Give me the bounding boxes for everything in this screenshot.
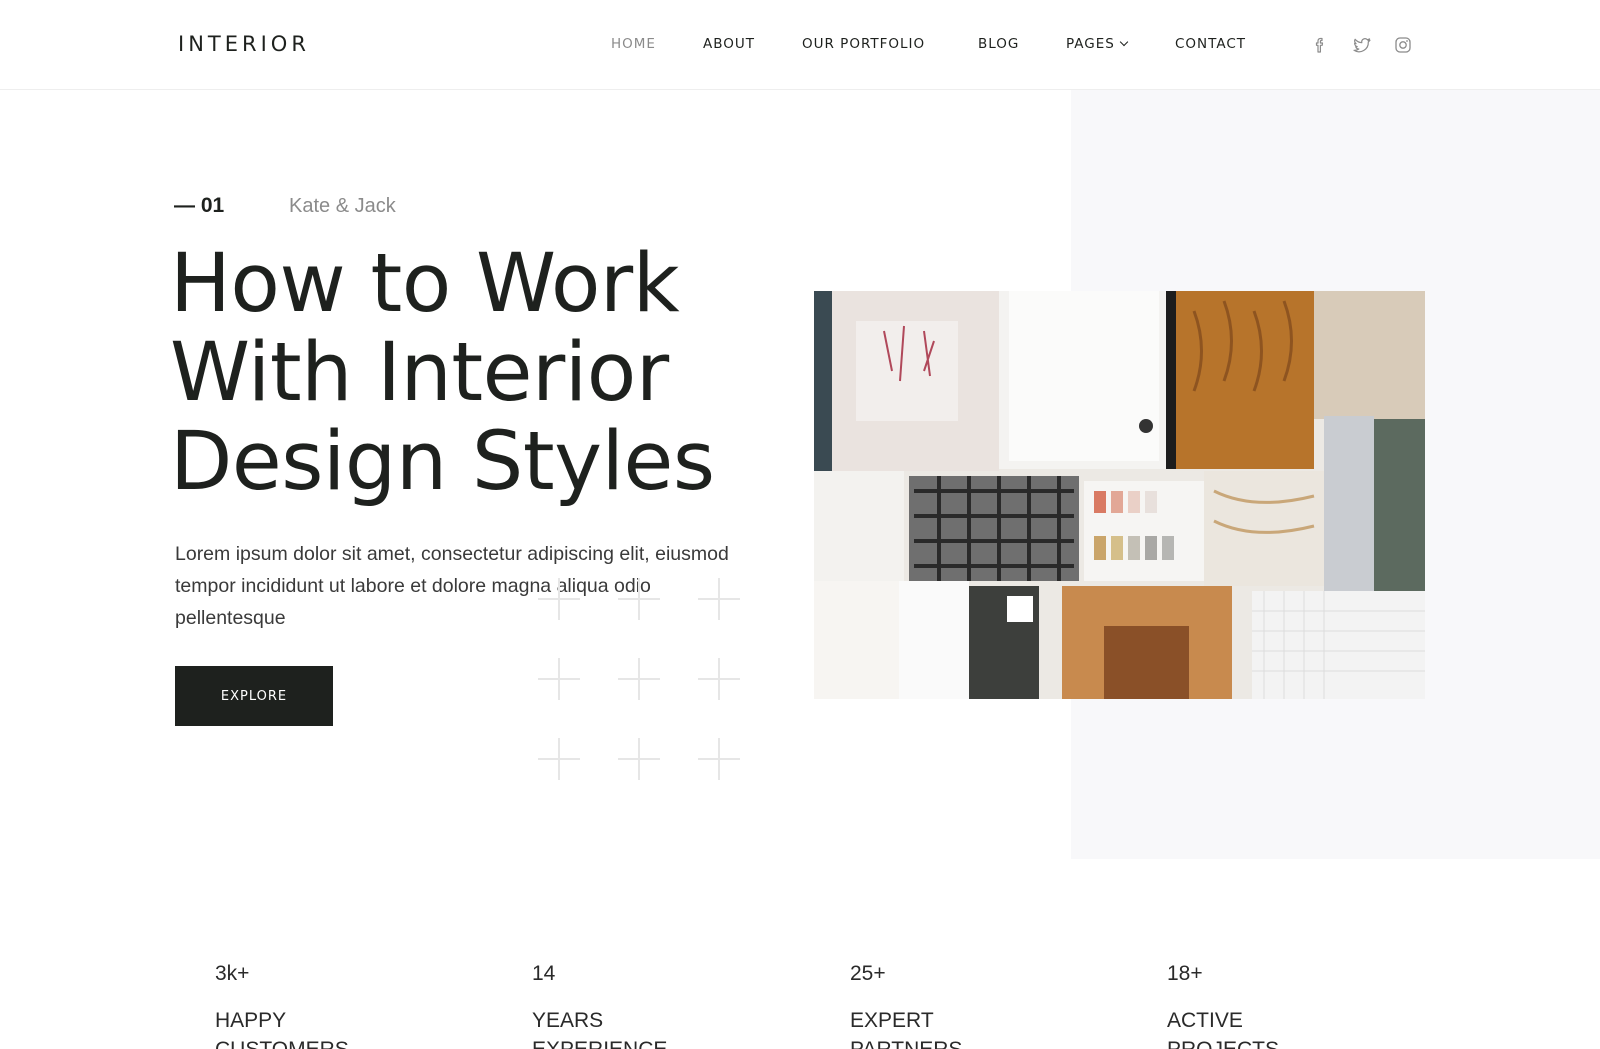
- site-logo[interactable]: INTERIOR: [178, 32, 310, 56]
- stat-item: 3k+ HAPPY CUSTOMERS: [215, 962, 465, 1049]
- stat-value: 3k+: [215, 962, 250, 985]
- plus-icon: [538, 658, 580, 700]
- nav-pages-label: PAGES: [1066, 36, 1115, 52]
- nav-pages[interactable]: PAGES: [1066, 36, 1129, 52]
- plus-icon: [698, 578, 740, 620]
- hero-title-line: Design Styles: [170, 415, 715, 509]
- plus-icon: [618, 578, 660, 620]
- hero-title: How to Work With Interior Design Styles: [170, 240, 830, 507]
- facebook-icon[interactable]: [1310, 35, 1330, 55]
- slide-number: — 01: [174, 194, 225, 217]
- nav-about[interactable]: ABOUT: [703, 36, 755, 52]
- nav-home[interactable]: HOME: [611, 36, 656, 52]
- material-swatches-illustration: [814, 291, 1425, 699]
- stat-value: 25+: [850, 962, 886, 985]
- plus-icon: [698, 738, 740, 780]
- plus-icon: [538, 578, 580, 620]
- site-header: INTERIOR HOME ABOUT OUR PORTFOLIO BLOG P…: [0, 0, 1600, 90]
- instagram-icon[interactable]: [1393, 35, 1413, 55]
- stat-item: 14 YEARS EXPERIENCE: [532, 962, 782, 1049]
- hero-image: [814, 291, 1425, 699]
- plus-icon: [618, 738, 660, 780]
- stat-item: 25+ EXPERT PARTNERS: [850, 962, 1100, 1049]
- plus-icon: [698, 658, 740, 700]
- plus-icon: [538, 738, 580, 780]
- explore-button[interactable]: EXPLORE: [175, 666, 333, 726]
- twitter-icon[interactable]: [1352, 35, 1372, 55]
- stat-label: ACTIVE PROJECTS: [1167, 1009, 1279, 1049]
- stat-label: YEARS EXPERIENCE: [532, 1009, 667, 1049]
- slide-author: Kate & Jack: [289, 195, 396, 217]
- hero-title-line: With Interior: [170, 326, 669, 420]
- chevron-down-icon: [1119, 37, 1129, 47]
- hero-title-line: How to Work: [170, 237, 680, 331]
- nav-our-portfolio[interactable]: OUR PORTFOLIO: [802, 36, 925, 52]
- stat-label: HAPPY CUSTOMERS: [215, 1009, 349, 1049]
- plus-icon: [618, 658, 660, 700]
- nav-blog[interactable]: BLOG: [978, 36, 1019, 52]
- stat-value: 18+: [1167, 962, 1203, 985]
- decorative-plus-grid: [538, 578, 742, 782]
- nav-contact[interactable]: CONTACT: [1175, 36, 1246, 52]
- stat-label: EXPERT PARTNERS: [850, 1009, 962, 1049]
- stat-value: 14: [532, 962, 556, 985]
- stat-item: 18+ ACTIVE PROJECTS: [1167, 962, 1417, 1049]
